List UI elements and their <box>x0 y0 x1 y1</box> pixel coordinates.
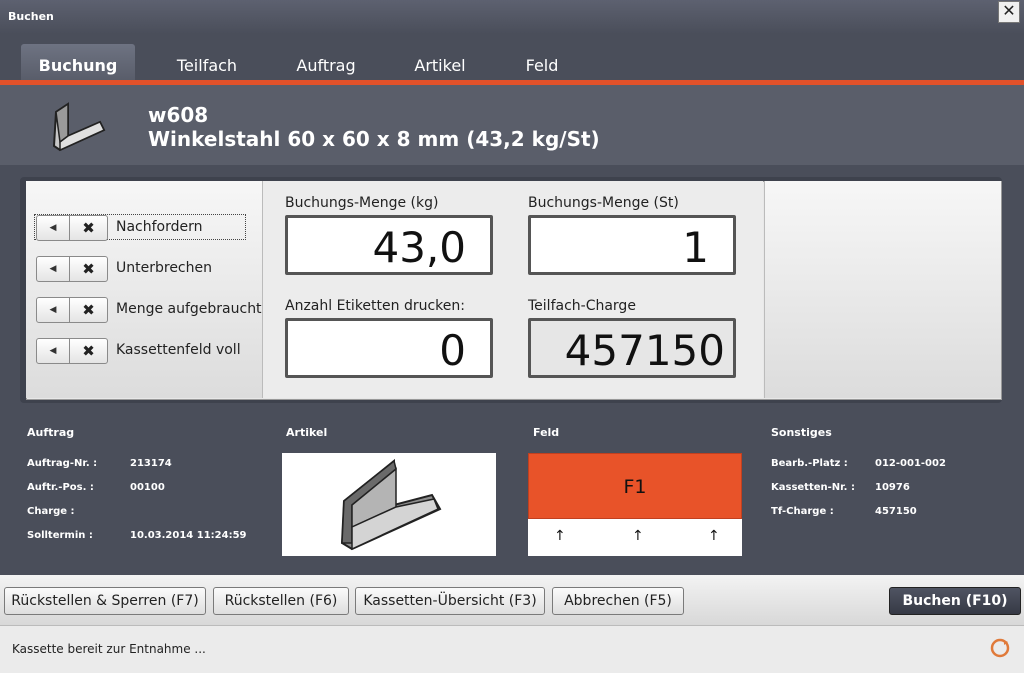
kassetten-nr-value: 10976 <box>875 482 910 493</box>
angle-steel-icon <box>48 100 108 158</box>
sonstiges-heading: Sonstiges <box>771 426 832 439</box>
arrow-left-icon: ◀ <box>37 257 70 281</box>
label-menge-kg: Buchungs-Menge (kg) <box>285 195 439 211</box>
etiketten-input[interactable]: 0 <box>285 318 493 378</box>
bearb-platz-value: 012-001-002 <box>875 458 946 469</box>
bearb-platz-label: Bearb.-Platz : <box>771 458 848 469</box>
buchen-button[interactable]: Buchen (F10) <box>889 587 1021 615</box>
refresh-icon[interactable] <box>990 638 1010 658</box>
auftrag-nr-label: Auftrag-Nr. : <box>27 458 98 469</box>
toggle-unterbrechen[interactable]: ◀ ✖ <box>36 256 108 282</box>
status-bar: Kassette bereit zur Entnahme ... <box>0 625 1024 673</box>
charge-label: Charge : <box>27 506 75 517</box>
tab-feld[interactable]: Feld <box>486 44 598 82</box>
artikel-heading: Artikel <box>286 426 328 439</box>
rueckstellen-button[interactable]: Rückstellen (F6) <box>213 587 349 615</box>
toggle-kassettenfeld-voll[interactable]: ◀ ✖ <box>36 338 108 364</box>
auftrag-heading: Auftrag <box>27 426 75 439</box>
label-kassettenfeld-voll: Kassettenfeld voll <box>116 342 241 358</box>
tab-buchung[interactable]: Buchung <box>21 44 135 82</box>
arrow-left-icon: ◀ <box>37 339 70 363</box>
auftrag-pos-value: 00100 <box>130 482 165 493</box>
kassetten-uebersicht-button[interactable]: Kassetten-Übersicht (F3) <box>355 587 545 615</box>
close-icon: ✖ <box>82 301 95 319</box>
toggle-nachfordern[interactable]: ◀ ✖ <box>36 215 108 241</box>
feld-heading: Feld <box>533 426 560 439</box>
abbrechen-button[interactable]: Abbrechen (F5) <box>552 587 684 615</box>
close-button[interactable]: ✕ <box>998 1 1020 23</box>
arrow-left-icon: ◀ <box>37 298 70 322</box>
arrow-up-icon: ↑ <box>708 528 720 544</box>
label-menge-aufgebraucht: Menge aufgebraucht <box>116 301 262 317</box>
auftrag-nr-value: 213174 <box>130 458 172 469</box>
label-etiketten: Anzahl Etiketten drucken: <box>285 298 465 314</box>
arrow-up-icon: ↑ <box>554 528 566 544</box>
window-title: Buchen <box>8 10 54 23</box>
solltermin-value: 10.03.2014 11:24:59 <box>130 530 247 541</box>
label-unterbrechen: Unterbrechen <box>116 260 212 276</box>
solltermin-label: Solltermin : <box>27 530 93 541</box>
arrow-left-icon: ◀ <box>37 216 70 240</box>
close-icon: ✖ <box>82 260 95 278</box>
feld-indicator: F1 <box>528 453 742 519</box>
tab-artikel[interactable]: Artikel <box>384 44 496 82</box>
empty-column <box>764 181 1001 398</box>
tab-bar: Buchung Teilfach Auftrag Artikel Feld <box>0 44 1024 82</box>
toggle-menge-aufgebraucht[interactable]: ◀ ✖ <box>36 297 108 323</box>
arrow-up-icon: ↑ <box>632 528 644 544</box>
auftrag-pos-label: Auftr.-Pos. : <box>27 482 94 493</box>
tab-auftrag[interactable]: Auftrag <box>270 44 382 82</box>
feld-arrows: ↑ ↑ ↑ <box>528 519 742 556</box>
article-code: w608 <box>148 103 209 127</box>
label-teilfach-charge: Teilfach-Charge <box>528 298 636 314</box>
label-menge-st: Buchungs-Menge (St) <box>528 195 679 211</box>
status-text: Kassette bereit zur Entnahme ... <box>12 642 206 656</box>
article-description: Winkelstahl 60 x 60 x 8 mm (43,2 kg/St) <box>148 127 600 151</box>
rueckstellen-sperren-button[interactable]: Rückstellen & Sperren (F7) <box>4 587 206 615</box>
teilfach-charge-field: 457150 <box>528 318 736 378</box>
tab-teilfach[interactable]: Teilfach <box>150 44 264 82</box>
title-bar: Buchen <box>0 0 1024 34</box>
close-icon: ✖ <box>82 342 95 360</box>
label-nachfordern: Nachfordern <box>116 219 203 235</box>
tf-charge-label: Tf-Charge : <box>771 506 834 517</box>
menge-st-input[interactable]: 1 <box>528 215 736 275</box>
article-image <box>282 453 496 556</box>
tf-charge-value: 457150 <box>875 506 917 517</box>
kassetten-nr-label: Kassetten-Nr. : <box>771 482 855 493</box>
close-icon: ✖ <box>82 219 95 237</box>
menge-kg-input[interactable]: 43,0 <box>285 215 493 275</box>
